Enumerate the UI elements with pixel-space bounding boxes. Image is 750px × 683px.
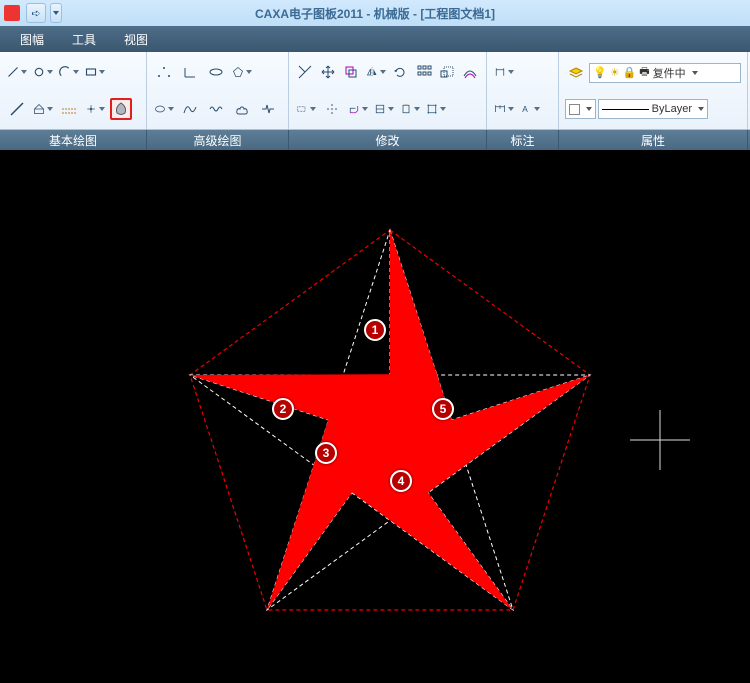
drawing-canvas[interactable]: 12345 xyxy=(0,150,750,683)
filled-blades xyxy=(190,230,590,610)
qat-dropdown-button[interactable] xyxy=(50,3,62,23)
print-icon: 🖶 xyxy=(639,63,649,82)
menu-view[interactable]: 视图 xyxy=(114,27,158,52)
edit-tool[interactable] xyxy=(425,98,447,120)
annotation-badge: 4 xyxy=(390,470,412,492)
annotation-badge: 2 xyxy=(272,398,294,420)
titlebar: ➪ CAXA电子图板2011 - 机械版 - [工程图文档1] xyxy=(0,0,750,26)
stretch-tool[interactable] xyxy=(321,98,343,120)
leader-tool[interactable] xyxy=(493,98,515,120)
spline-point-tool[interactable] xyxy=(153,61,175,83)
circle-tool[interactable] xyxy=(32,61,54,83)
lock-icon: 🔒 xyxy=(623,66,637,79)
fillet-tool[interactable] xyxy=(347,98,369,120)
ribbon-group-labels: 基本绘图 高级绘图 修改 标注 属性 xyxy=(0,130,750,150)
copy-tool[interactable] xyxy=(342,61,361,83)
ribbon-group-advanced-draw xyxy=(147,52,289,129)
menu-format[interactable]: 图幅 xyxy=(10,27,54,52)
annotation-badge: 1 xyxy=(364,319,386,341)
mirror-tool[interactable] xyxy=(365,61,387,83)
color-combo[interactable] xyxy=(565,99,596,119)
revision-cloud-tool[interactable] xyxy=(231,98,253,120)
ellipse2-tool[interactable] xyxy=(205,61,227,83)
layer-state-combo[interactable]: 💡 ☀ 🔒 🖶 复件中 xyxy=(589,63,741,83)
ribbon-group-basic-draw xyxy=(0,52,147,129)
explode-tool[interactable] xyxy=(373,98,395,120)
ribbon: A 💡 ☀ 🔒 🖶 复件中 xyxy=(0,52,750,130)
annotation-badge: 5 xyxy=(432,398,454,420)
menubar: 图幅 工具 视图 xyxy=(0,26,750,52)
paste-tool[interactable] xyxy=(399,98,421,120)
group-label-advanced: 高级绘图 xyxy=(147,130,289,150)
point-tool[interactable] xyxy=(84,98,106,120)
svg-text:A: A xyxy=(522,105,528,114)
move-tool[interactable] xyxy=(318,61,337,83)
offset-tool[interactable] xyxy=(461,61,480,83)
layer-manager-button[interactable] xyxy=(565,62,587,84)
qat-arrow-button[interactable]: ➪ xyxy=(26,3,46,23)
dimension-tool[interactable] xyxy=(493,61,515,83)
construction-line-tool[interactable] xyxy=(58,98,80,120)
break-tool[interactable] xyxy=(257,98,279,120)
array-tool[interactable] xyxy=(414,61,433,83)
ribbon-group-modify xyxy=(289,52,487,129)
color-swatch xyxy=(569,104,580,115)
layer-state-label: 复件中 xyxy=(653,65,686,81)
sun-icon: ☀ xyxy=(610,66,620,79)
ellipse-tool[interactable] xyxy=(153,98,175,120)
arc-tool[interactable] xyxy=(58,61,80,83)
hatch-tool[interactable] xyxy=(32,98,54,120)
ribbon-group-annotate: A xyxy=(487,52,559,129)
menu-tools[interactable]: 工具 xyxy=(62,27,106,52)
rect-tool[interactable] xyxy=(84,61,106,83)
app-icon[interactable] xyxy=(4,5,20,21)
linetype-preview xyxy=(602,109,649,110)
extend-tool[interactable] xyxy=(295,98,317,120)
cursor-crosshair-icon xyxy=(630,410,690,470)
group-label-attr: 属性 xyxy=(559,130,748,150)
text-tool[interactable]: A xyxy=(519,98,541,120)
trim-tool[interactable] xyxy=(295,61,314,83)
group-label-basic: 基本绘图 xyxy=(0,130,147,150)
annotation-badge: 3 xyxy=(315,442,337,464)
group-label-annotate: 标注 xyxy=(487,130,559,150)
group-label-modify: 修改 xyxy=(289,130,487,150)
lightbulb-icon: 💡 xyxy=(593,66,607,79)
rotate-tool[interactable] xyxy=(391,61,410,83)
wave-tool[interactable] xyxy=(205,98,227,120)
polygon-tool[interactable] xyxy=(231,61,253,83)
ribbon-group-attributes: 💡 ☀ 🔒 🖶 复件中 ByLayer xyxy=(559,52,748,129)
polyline-tool[interactable] xyxy=(6,98,28,120)
linetype-combo[interactable]: ByLayer xyxy=(598,99,708,119)
linetype-label: ByLayer xyxy=(652,103,692,115)
scale-tool[interactable] xyxy=(437,61,456,83)
angle-tool[interactable] xyxy=(179,61,201,83)
window-title: CAXA电子图板2011 - 机械版 - [工程图文档1] xyxy=(0,5,750,22)
fill-tool[interactable] xyxy=(110,98,132,120)
quick-access-toolbar: ➪ xyxy=(26,3,62,23)
line-tool[interactable] xyxy=(6,61,28,83)
spline-tool[interactable] xyxy=(179,98,201,120)
drawing-svg xyxy=(0,150,750,683)
